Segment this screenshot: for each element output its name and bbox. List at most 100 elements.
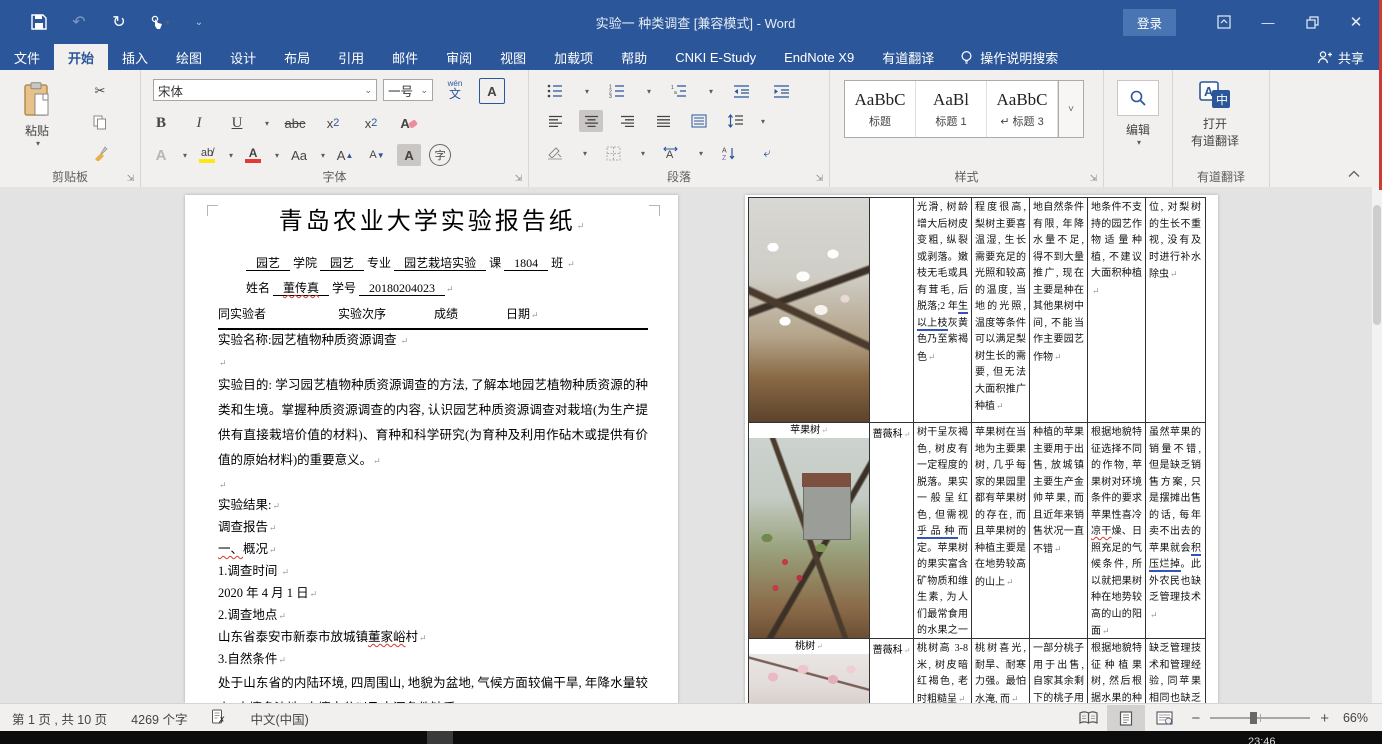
text-effects-icon[interactable]: A <box>149 144 173 166</box>
distribute-icon[interactable] <box>687 110 711 132</box>
justify-icon[interactable] <box>651 110 675 132</box>
table-text-cell[interactable]: 苹果树在当地为主要果树, 几乎每家的果园里都有苹果树的存在, 而且苹果树的种植主… <box>972 423 1030 638</box>
read-mode-icon[interactable] <box>1069 705 1107 731</box>
share-button[interactable]: 共享 <box>1299 44 1382 70</box>
tab-插入[interactable]: 插入 <box>108 44 162 70</box>
tab-开始[interactable]: 开始 <box>54 44 108 70</box>
align-left-icon[interactable] <box>543 110 567 132</box>
family-cell[interactable] <box>870 198 914 422</box>
styles-gallery-more-icon[interactable]: ˅ <box>1058 81 1083 137</box>
table-text-cell[interactable]: 种植的苹果主要用于出售, 放城镇主要生产金帅苹果, 而且近年来销售状况一直不错↵ <box>1030 423 1088 638</box>
enclose-characters-icon[interactable]: 字 <box>429 144 451 166</box>
ribbon-display-options-icon[interactable] <box>1202 7 1246 37</box>
style-item-2[interactable]: AaBbC↵ 标题 3 <box>987 81 1058 137</box>
tab-加载项[interactable]: 加载项 <box>540 44 607 70</box>
underline-dropdown[interactable]: ▾ <box>265 119 269 128</box>
web-layout-icon[interactable] <box>1145 705 1183 731</box>
style-item-0[interactable]: AaBbC标题 <box>845 81 916 137</box>
open-youdao-button[interactable]: A中 打开 有道翻译 <box>1191 80 1239 149</box>
close-button[interactable]: ✕ <box>1334 7 1378 37</box>
table-text-cell[interactable]: 程度很高, 梨树主要喜温湿, 生长需要充足的光照和较高的温度, 当地的光照, 温… <box>972 198 1030 422</box>
font-size-combo[interactable]: 一号⌄ <box>383 79 433 101</box>
clipboard-dialog-launcher[interactable]: ⇲ <box>125 173 136 184</box>
redo-icon[interactable]: ↻ <box>108 11 130 33</box>
tab-file[interactable]: 文件 <box>0 44 54 70</box>
change-case-icon[interactable]: Aa <box>287 144 311 166</box>
phonetic-guide-icon[interactable]: wén文 <box>443 76 467 104</box>
align-right-icon[interactable] <box>615 110 639 132</box>
scrollbar-thumb[interactable] <box>1373 205 1381 325</box>
table-text-cell[interactable]: 地自然条件有限, 年降水量不足, 得不到大量推广, 现在主要是种在其他果树中间,… <box>1030 198 1088 422</box>
tab-有道翻译[interactable]: 有道翻译 <box>868 44 948 70</box>
cut-icon[interactable]: ✂ <box>88 80 112 102</box>
tab-布局[interactable]: 布局 <box>270 44 324 70</box>
style-item-1[interactable]: AaBl标题 1 <box>916 81 987 137</box>
table-text-cell[interactable]: 桃树喜光,耐旱、耐寒力强。最怕水淹, 而↵ <box>972 639 1030 703</box>
table-text-cell[interactable]: 桃树高 3-8 米, 树皮暗红褐色, 老时粗糙呈↵ <box>914 639 972 703</box>
family-cell[interactable]: 蔷薇科 <box>870 423 914 638</box>
collapse-ribbon-icon[interactable] <box>1348 165 1360 183</box>
sign-in-button[interactable]: 登录 <box>1123 9 1176 36</box>
pear-photo[interactable] <box>749 198 869 422</box>
copy-icon[interactable] <box>88 111 112 133</box>
tell-me-search[interactable]: 操作说明搜索 <box>948 44 1070 70</box>
line-spacing-icon[interactable] <box>723 110 747 132</box>
bold-button[interactable]: B <box>149 112 173 134</box>
align-center-icon[interactable] <box>579 110 603 132</box>
tab-邮件[interactable]: 邮件 <box>378 44 432 70</box>
species-name-cell[interactable] <box>749 198 870 422</box>
superscript-button[interactable]: x2 <box>359 112 383 134</box>
zoom-thumb[interactable] <box>1250 712 1257 724</box>
tab-绘图[interactable]: 绘图 <box>162 44 216 70</box>
asian-layout-icon[interactable]: A <box>659 142 683 164</box>
page-indicator[interactable]: 第 1 页 , 共 10 页 <box>0 709 119 728</box>
paste-button[interactable]: 粘贴 ▾ <box>22 82 52 148</box>
page-2[interactable]: 光滑, 树龄增大后树皮变粗, 纵裂或剥落。嫩枝无毛或具有茸毛, 后脱落;2 年生… <box>745 195 1218 703</box>
tab-设计[interactable]: 设计 <box>216 44 270 70</box>
table-text-cell[interactable]: 光滑, 树龄增大后树皮变粗, 纵裂或剥落。嫩枝无毛或具有茸毛, 后脱落;2 年生… <box>914 198 972 422</box>
editing-button[interactable]: 编辑 ▾ <box>1117 80 1159 147</box>
peach-photo[interactable] <box>749 654 869 703</box>
grow-font-icon[interactable]: A▲ <box>333 144 357 166</box>
minimize-button[interactable]: — <box>1246 7 1290 37</box>
multilevel-list-icon[interactable]: 1a <box>667 80 691 102</box>
zoom-track[interactable] <box>1210 717 1310 719</box>
character-border-icon[interactable]: A <box>479 78 505 104</box>
decrease-indent-icon[interactable] <box>729 80 753 102</box>
underline-button[interactable]: U <box>225 112 249 134</box>
shading-icon[interactable] <box>543 142 567 164</box>
apple-photo[interactable] <box>749 438 869 638</box>
font-color-icon[interactable]: A <box>241 144 265 166</box>
format-painter-icon[interactable] <box>88 142 112 164</box>
tab-帮助[interactable]: 帮助 <box>607 44 661 70</box>
tab-审阅[interactable]: 审阅 <box>432 44 486 70</box>
tab-CNKI E-Study[interactable]: CNKI E-Study <box>661 44 770 70</box>
table-text-cell[interactable]: 地条件不支持的园艺作物适量种植, 不建议大面积种植↵ <box>1088 198 1146 422</box>
numbered-list-icon[interactable]: 123 <box>605 80 629 102</box>
restore-button[interactable] <box>1290 7 1334 37</box>
document-area[interactable]: 青岛农业大学实验报告纸↵园艺 学院 园艺 专业 园艺栽培实验 课 1804 班 … <box>0 187 1382 703</box>
paste-dropdown-arrow[interactable]: ▾ <box>36 139 40 148</box>
proofing-status-icon[interactable]: ✗ <box>199 709 238 727</box>
table-text-cell[interactable]: 根据地貌特征选择不同的作物, 苹果树对环境条件的要求苹果性喜冷凉干燥、日照充足的… <box>1088 423 1146 638</box>
print-layout-icon[interactable] <box>1107 705 1145 731</box>
table-text-cell[interactable]: 虽然苹果的销量不错, 但是缺乏销售方案, 只是摆摊出售的话, 每年卖不出去的苹果… <box>1146 423 1204 638</box>
borders-icon[interactable] <box>601 142 625 164</box>
tab-EndNote X9[interactable]: EndNote X9 <box>770 44 868 70</box>
table-text-cell[interactable]: 位, 对梨树的生长不重视, 没有及时进行补水除虫↵ <box>1146 198 1204 422</box>
tab-视图[interactable]: 视图 <box>486 44 540 70</box>
character-shading-icon[interactable]: A <box>397 144 421 166</box>
language-indicator[interactable]: 中文(中国) <box>238 709 320 728</box>
clear-formatting-icon[interactable]: A <box>397 112 421 134</box>
species-name-cell[interactable]: 桃树 <box>749 639 870 703</box>
subscript-button[interactable]: x2 <box>321 112 345 134</box>
highlight-color-icon[interactable]: ab̸ <box>195 144 219 166</box>
word-count[interactable]: 4269 个字 <box>119 709 199 728</box>
table-text-cell[interactable]: 缺乏管理技术和管理经验, 同苹果相同也缺乏↵ <box>1146 639 1204 703</box>
table-text-cell[interactable]: 根据地貌特征种植果树, 然后根据水果的种类↵ <box>1088 639 1146 703</box>
undo-icon[interactable]: ↶ <box>68 11 90 33</box>
font-dialog-launcher[interactable]: ⇲ <box>513 173 524 184</box>
increase-indent-icon[interactable] <box>769 80 793 102</box>
zoom-in-icon[interactable]: + <box>1320 710 1329 727</box>
tab-引用[interactable]: 引用 <box>324 44 378 70</box>
